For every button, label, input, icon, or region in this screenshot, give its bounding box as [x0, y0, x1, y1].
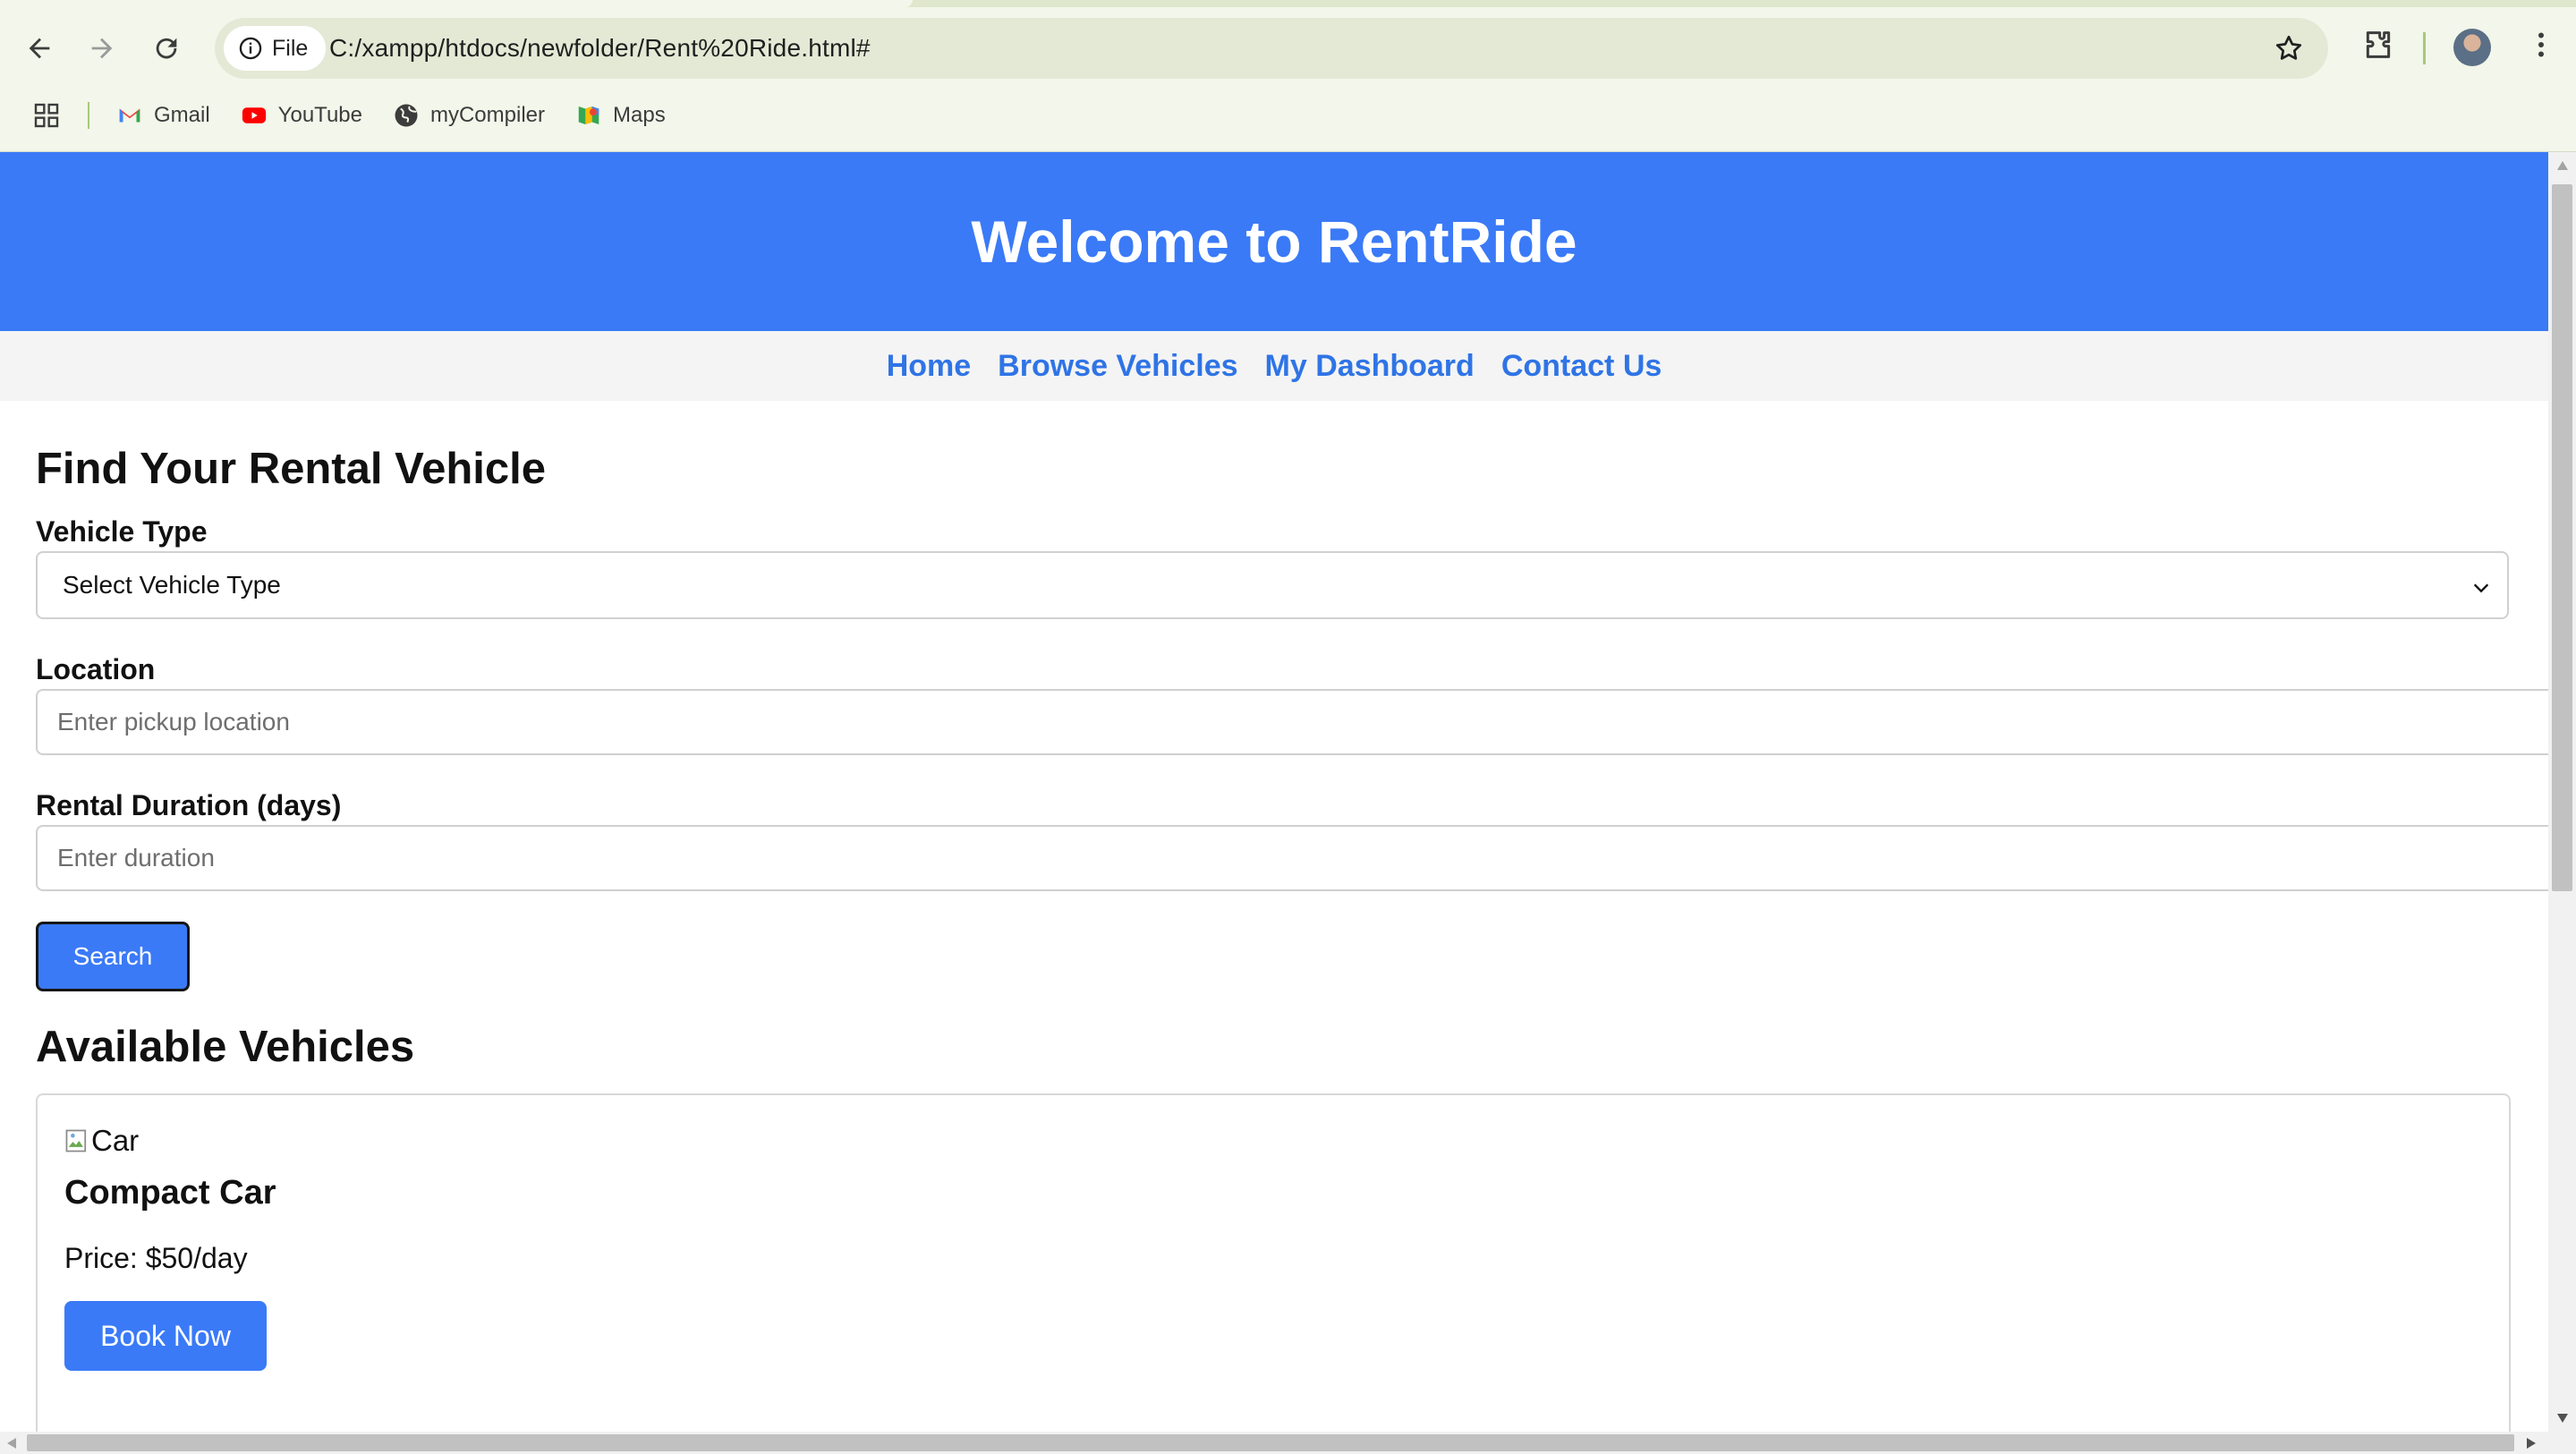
more-menu-icon[interactable]: [2525, 27, 2557, 63]
page-viewport: Welcome to RentRide Home Browse Vehicles…: [0, 152, 2548, 1432]
vehicle-image-alt: Car: [91, 1124, 140, 1157]
scroll-right-arrow-icon[interactable]: [2525, 1436, 2538, 1450]
duration-placeholder: Enter duration: [57, 844, 215, 872]
maps-icon: [578, 106, 599, 124]
vertical-scrollbar[interactable]: [2548, 152, 2576, 1432]
bookmark-maps[interactable]: Maps: [575, 102, 666, 129]
arrow-left-icon: [29, 38, 50, 59]
nav-home[interactable]: Home: [887, 349, 971, 384]
search-section-title: Find Your Rental Vehicle: [36, 445, 546, 493]
browser-chrome: File C:/xampp/htdocs/newfolder/Rent%20Ri…: [0, 0, 2576, 152]
broken-image-icon: [65, 1129, 87, 1152]
site-header: Welcome to RentRide: [0, 152, 2548, 331]
bookmark-label: myCompiler: [429, 103, 545, 127]
arrow-right-icon: [91, 38, 113, 59]
active-tab-edge[interactable]: [0, 0, 913, 7]
globe-icon: [395, 104, 418, 127]
forward-button[interactable]: [73, 20, 131, 77]
youtube-icon: [242, 107, 266, 123]
reload-icon: [156, 38, 177, 59]
vehicle-card: Car Compact Car Price: $50/day Book Now: [36, 1093, 2511, 1432]
bookmark-gmail[interactable]: Gmail: [116, 102, 210, 129]
url-text[interactable]: C:/xampp/htdocs/newfolder/Rent%20Ride.ht…: [329, 18, 871, 79]
nav-browse-vehicles[interactable]: Browse Vehicles: [998, 349, 1237, 384]
duration-input[interactable]: Enter duration: [36, 825, 2548, 891]
vehicle-type-label: Vehicle Type: [36, 515, 208, 548]
info-icon: [239, 37, 262, 60]
horizontal-scrollbar[interactable]: [0, 1432, 2576, 1454]
vehicles-section-title: Available Vehicles: [36, 1023, 415, 1071]
chevron-down-icon: [2473, 583, 2489, 593]
nav-my-dashboard[interactable]: My Dashboard: [1265, 349, 1475, 384]
address-bar[interactable]: File C:/xampp/htdocs/newfolder/Rent%20Ri…: [215, 18, 2328, 79]
scroll-left-arrow-icon[interactable]: [5, 1436, 18, 1450]
duration-label: Rental Duration (days): [36, 789, 342, 821]
bookmark-label: YouTube: [277, 103, 362, 127]
vehicle-image: Car: [64, 1124, 139, 1158]
site-info-chip[interactable]: File: [224, 26, 327, 71]
bookmarks-bar: Gmail YouTube myCompiler Maps: [0, 93, 2576, 138]
bookmark-mycompiler[interactable]: myCompiler: [393, 102, 545, 129]
back-button[interactable]: [11, 20, 68, 77]
vehicle-name: Compact Car: [64, 1174, 276, 1212]
extensions-puzzle-icon[interactable]: [2360, 27, 2396, 63]
bookmark-label: Gmail: [154, 103, 210, 127]
site-title: Welcome to RentRide: [971, 208, 1577, 275]
bookmark-label: Maps: [613, 103, 666, 127]
apps-grid-icon[interactable]: [32, 101, 61, 130]
location-label: Location: [36, 653, 156, 685]
book-now-button[interactable]: Book Now: [64, 1301, 267, 1371]
bookmarks-divider: [88, 102, 89, 129]
vehicle-price: Price: $50/day: [64, 1242, 248, 1274]
bookmark-star-icon[interactable]: [2273, 32, 2305, 64]
bookmark-youtube[interactable]: YouTube: [241, 102, 362, 129]
site-chip-label: File: [272, 35, 309, 61]
toolbar-divider: [2423, 32, 2426, 64]
location-input[interactable]: Enter pickup location: [36, 689, 2548, 755]
vehicle-type-selected: Select Vehicle Type: [63, 571, 281, 599]
gmail-icon: [119, 108, 140, 123]
location-placeholder: Enter pickup location: [57, 708, 290, 736]
nav-contact-us[interactable]: Contact Us: [1501, 349, 1662, 384]
horizontal-scroll-thumb[interactable]: [27, 1434, 2514, 1451]
tab-strip: [0, 0, 2576, 7]
scroll-up-arrow-icon[interactable]: [2555, 159, 2570, 172]
scroll-down-arrow-icon[interactable]: [2555, 1412, 2570, 1424]
site-nav: Home Browse Vehicles My Dashboard Contac…: [0, 331, 2548, 401]
vertical-scroll-thumb[interactable]: [2552, 184, 2572, 891]
search-button[interactable]: Search: [36, 922, 190, 991]
reload-button[interactable]: [138, 20, 195, 77]
profile-avatar[interactable]: [2453, 29, 2491, 66]
vehicle-type-select[interactable]: Select Vehicle Type: [36, 551, 2509, 619]
